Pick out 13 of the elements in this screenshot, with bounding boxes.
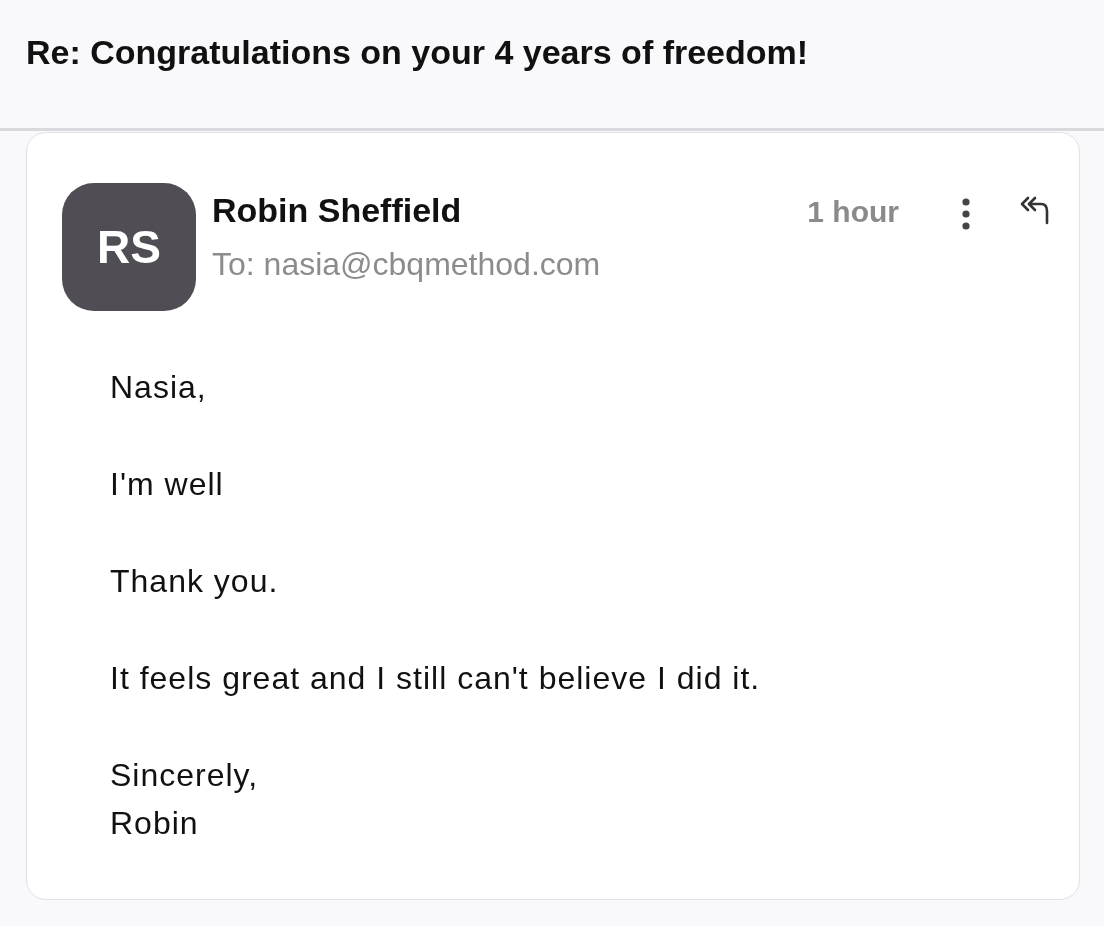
more-options-icon[interactable] <box>961 197 971 231</box>
avatar: RS <box>62 183 196 311</box>
message-text: Sincerely, <box>110 756 260 795</box>
message-text: Thank you. <box>110 562 280 601</box>
message-text: Robin <box>110 804 200 843</box>
email-subject: Re: Congratulations on your 4 years of freedom! <box>26 32 809 72</box>
reply-all-icon[interactable] <box>1019 195 1051 225</box>
message-time: 1 hour <box>807 195 899 229</box>
message-text: I'm well <box>110 465 225 504</box>
sender-name: Robin Sheffield <box>212 191 463 230</box>
message-text: It feels great and I still can't believe I did it. <box>110 659 762 698</box>
message-text: Nasia, <box>110 368 208 407</box>
recipient: To: nasia@cbqmethod.com <box>212 246 602 283</box>
